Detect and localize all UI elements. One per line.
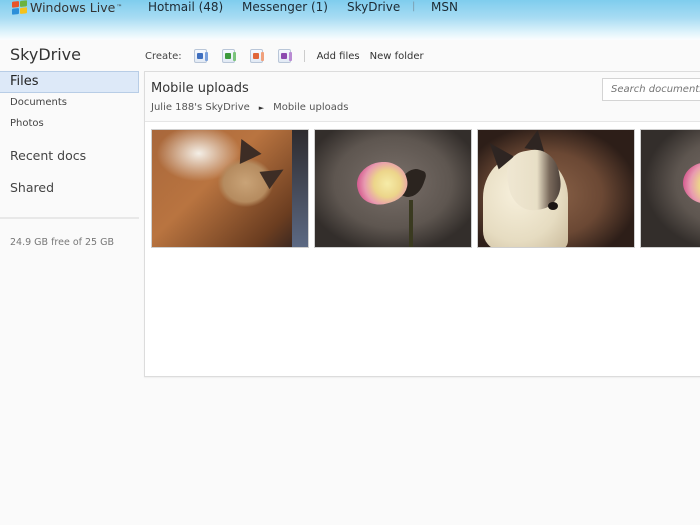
photo-detail <box>683 162 700 204</box>
nav-hotmail[interactable]: Hotmail (48) <box>148 0 223 14</box>
search-input[interactable] <box>611 79 700 100</box>
new-word-document-icon[interactable] <box>193 49 208 63</box>
nav-messenger[interactable]: Messenger (1) <box>242 0 328 14</box>
photo-thumbnail-dog-on-floor[interactable] <box>151 129 309 248</box>
photo-detail <box>409 200 413 247</box>
windows-live-brand[interactable]: Windows Live ™ <box>12 0 122 15</box>
photo-detail <box>292 130 308 247</box>
new-excel-workbook-icon[interactable] <box>221 49 236 63</box>
search-box[interactable] <box>602 78 700 101</box>
photo-thumbnail-rose[interactable] <box>314 129 472 248</box>
photo-detail <box>524 130 548 152</box>
breadcrumb-arrow-icon: ► <box>258 103 265 112</box>
nav-msn[interactable]: MSN <box>431 0 458 14</box>
brand-name: Windows Live <box>30 0 116 15</box>
photo-thumbnail-white-dog[interactable] <box>477 129 635 248</box>
windows-logo-icon <box>12 0 27 15</box>
sidebar-item-recent-docs[interactable]: Recent docs <box>10 148 86 163</box>
sidebar-item-shared[interactable]: Shared <box>10 180 54 195</box>
sidebar-item-documents[interactable]: Documents <box>10 97 67 108</box>
create-label: Create: <box>145 50 182 62</box>
new-onenote-notebook-icon[interactable] <box>277 49 292 63</box>
trademark: ™ <box>116 4 123 11</box>
new-folder-button[interactable]: New folder <box>370 51 424 62</box>
sidebar-item-photos[interactable]: Photos <box>10 118 44 129</box>
photo-thumbnail-rose-2[interactable] <box>640 129 700 248</box>
breadcrumb: Julie 188's SkyDrive ► Mobile uploads <box>151 102 348 113</box>
folder-panel: Mobile uploads Julie 188's SkyDrive ► Mo… <box>144 71 700 377</box>
folder-title: Mobile uploads <box>151 81 249 96</box>
toolbar-separator <box>303 50 305 62</box>
add-files-button[interactable]: Add files <box>317 51 360 62</box>
photo-detail <box>352 156 412 210</box>
new-powerpoint-presentation-icon[interactable] <box>249 49 264 63</box>
photo-detail <box>259 160 289 190</box>
breadcrumb-current[interactable]: Mobile uploads <box>273 102 348 113</box>
nav-separator: | <box>412 1 416 12</box>
toolbar: Create: Add files New folder <box>145 47 434 65</box>
sidebar-divider <box>0 217 139 219</box>
sidebar: SkyDrive Files Documents Photos Recent d… <box>0 40 140 525</box>
photo-detail <box>548 202 558 210</box>
top-navigation-bar: Windows Live ™ Hotmail (48) Messenger (1)… <box>0 0 700 40</box>
sidebar-item-files[interactable]: Files <box>0 71 139 93</box>
breadcrumb-root[interactable]: Julie 188's SkyDrive <box>151 102 250 113</box>
nav-skydrive[interactable]: SkyDrive <box>347 0 400 14</box>
storage-status: 24.9 GB free of 25 GB <box>10 237 114 248</box>
sidebar-title[interactable]: SkyDrive <box>10 45 81 64</box>
folder-header: Mobile uploads Julie 188's SkyDrive ► Mo… <box>145 72 700 122</box>
photo-detail <box>230 133 262 165</box>
